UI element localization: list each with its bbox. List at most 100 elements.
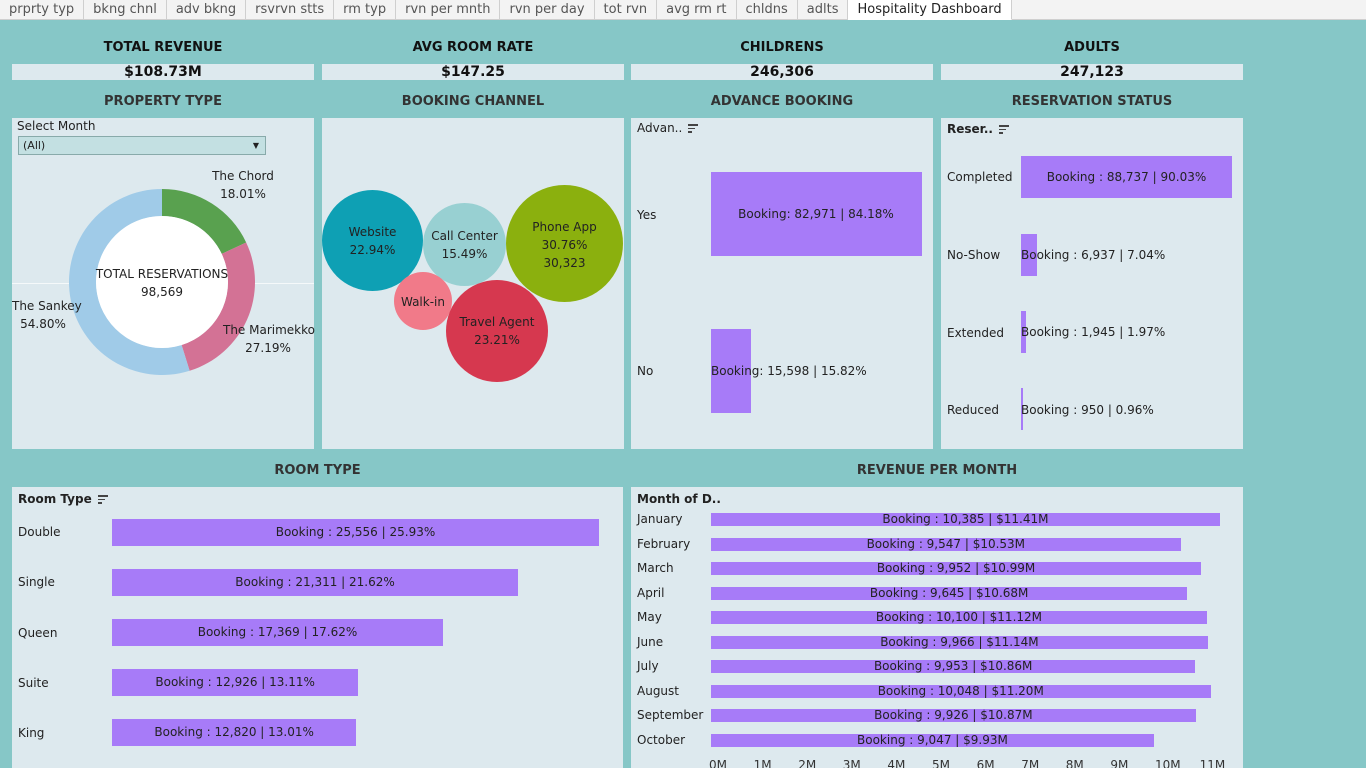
room-king-bar[interactable]: Booking : 12,820 | 13.01% [112, 719, 357, 746]
room-type-header[interactable]: Room Type [18, 492, 108, 506]
month-revenue-value: Booking : 9,953 | $10.86M [873, 659, 1033, 673]
slice-label-chord: The Chord [212, 169, 274, 183]
slice-label-sankey: The Sankey [12, 299, 82, 313]
status-extended-label: Extended [947, 326, 1004, 340]
status-no-show-value: Booking : 6,937 | 7.04% [1021, 248, 1166, 262]
month-revenue-bar[interactable]: Booking : 9,926 | $10.87M [711, 708, 1196, 722]
kpi-children-value: 246,306 [631, 64, 933, 80]
advance-yes-value: Booking: 82,971 | 84.18% [738, 207, 894, 221]
month-label: August [637, 683, 679, 698]
month-revenue-bar[interactable]: Booking : 9,047 | $9.93M [711, 732, 1154, 747]
room-double-label: Double [18, 525, 61, 539]
month-revenue-bar[interactable]: Booking : 10,100 | $11.12M [711, 610, 1207, 624]
month-header[interactable]: Month of D.. [637, 492, 721, 506]
status-no-show-label: No-Show [947, 248, 1001, 262]
revenue-month-title: REVENUE PER MONTH [856, 463, 1018, 478]
room-suite-label: Suite [18, 676, 49, 690]
property-type-title: PROPERTY TYPE [104, 94, 222, 109]
reservation-status-header-text: Reser.. [947, 122, 993, 136]
room-single-label: Single [18, 575, 55, 589]
status-completed-value: Booking : 88,737 | 90.03% [1046, 170, 1207, 184]
x-axis-tick: 0M [709, 758, 727, 768]
advance-yes-label: Yes [637, 208, 657, 222]
month-revenue-value: Booking : 9,966 | $11.14M [880, 634, 1039, 649]
room-suite-value: Booking : 12,926 | 13.11% [155, 675, 315, 689]
kpi-adults-label: ADULTS [1064, 40, 1120, 55]
room-queen-bar[interactable]: Booking : 17,369 | 17.62% [112, 619, 443, 646]
x-axis-tick: 11M [1199, 758, 1226, 768]
x-axis-tick: 9M [1110, 758, 1129, 768]
month-revenue-bar[interactable]: Booking : 9,953 | $10.86M [711, 659, 1196, 673]
room-suite-bar[interactable]: Booking : 12,926 | 13.11% [112, 669, 359, 696]
month-revenue-value: Booking : 10,385 | $11.41M [882, 512, 1049, 526]
tab-rsvrvn-stts[interactable]: rsvrvn stts [246, 0, 335, 20]
room-king-label: King [18, 726, 45, 740]
month-revenue-value: Booking : 10,048 | $11.20M [877, 683, 1044, 698]
revenue-month-panel: Month of D.. January Booking : 10,385 | $… [631, 487, 1243, 768]
x-axis-tick: 3M [842, 758, 861, 768]
status-reduced-label: Reduced [947, 403, 1000, 417]
x-axis-tick: 4M [887, 758, 906, 768]
room-single-bar[interactable]: Booking : 21,311 | 21.62% [112, 569, 519, 596]
status-completed-label: Completed [947, 170, 1013, 184]
bubble-website-pct: 22.94% [349, 243, 396, 257]
room-double-bar[interactable]: Booking : 25,556 | 25.93% [112, 519, 599, 546]
bubble-travel-agent-label: Travel Agent [459, 315, 535, 329]
month-revenue-value: Booking : 9,047 | $9.93M [857, 732, 1008, 747]
month-label: June [637, 634, 664, 649]
room-single-value: Booking : 21,311 | 21.62% [235, 575, 395, 589]
bubble-travel-agent-pct: 23.21% [474, 333, 520, 347]
reservation-status-header[interactable]: Reser.. [947, 122, 1009, 136]
sort-icon[interactable] [998, 125, 1009, 134]
tab-tot-rvn[interactable]: tot rvn [595, 0, 658, 20]
status-extended-value: Booking : 1,945 | 1.97% [1021, 325, 1166, 339]
slice-label-marimekko: The Marimekko [223, 323, 315, 337]
donut-center-value: 98,569 [141, 285, 183, 299]
month-label: July [637, 659, 659, 673]
room-double-value: Booking : 25,556 | 25.93% [275, 525, 436, 539]
month-revenue-bar[interactable]: Booking : 9,966 | $11.14M [711, 634, 1208, 649]
status-reduced-value: Booking : 950 | 0.96% [1021, 403, 1154, 417]
x-axis-tick: 6M [976, 758, 995, 768]
tab-hospitality-dashboard[interactable]: Hospitality Dashboard [848, 0, 1012, 20]
tab-rvn-per-mnth[interactable]: rvn per mnth [396, 0, 501, 20]
advance-no-label: No [637, 364, 654, 378]
reservation-status-panel: Reser.. Completed No-Show Extended Reduc… [941, 118, 1243, 449]
month-revenue-bar[interactable]: Booking : 9,547 | $10.53M [711, 536, 1181, 551]
month-revenue-bar[interactable]: Booking : 10,385 | $11.41M [711, 512, 1220, 526]
x-axis-tick: 7M [1021, 758, 1040, 768]
room-type-panel: Room Type Double Single Queen Suite King… [12, 487, 623, 768]
tab-avg-rm-rt[interactable]: avg rm rt [657, 0, 737, 20]
advance-booking-header[interactable]: Advan.. [637, 121, 699, 135]
property-donut-chart [69, 189, 255, 375]
kpi-adults-value: 247,123 [941, 64, 1243, 80]
room-king-value: Booking : 12,820 | 13.01% [154, 725, 314, 739]
kpi-children-label: CHILDRENS [740, 40, 824, 55]
month-revenue-bar[interactable]: Booking : 9,952 | $10.99M [711, 561, 1202, 575]
x-axis-tick: 1M [753, 758, 772, 768]
slice-pct-marimekko: 27.19% [245, 341, 291, 355]
month-revenue-bar[interactable]: Booking : 9,645 | $10.68M [711, 586, 1188, 600]
donut-hole [96, 216, 228, 348]
bubble-call-center-label: Call Center [431, 229, 498, 243]
reservation-status-title: RESERVATION STATUS [1011, 94, 1173, 109]
x-axis-tick: 10M [1155, 758, 1181, 768]
sort-icon[interactable] [97, 495, 108, 504]
tab-adlts[interactable]: adlts [798, 0, 849, 20]
tab-rm-typ[interactable]: rm typ [334, 0, 397, 20]
tab-chldns[interactable]: chldns [737, 0, 798, 20]
tab-rvn-per-day[interactable]: rvn per day [500, 0, 595, 20]
advance-booking-title: ADVANCE BOOKING [710, 94, 854, 109]
sort-icon[interactable] [688, 124, 699, 133]
room-type-title: ROOM TYPE [274, 463, 361, 478]
tab-prprty-typ[interactable]: prprty typ [0, 0, 85, 20]
donut-center-title: TOTAL RESERVATIONS [95, 267, 229, 281]
advance-booking-panel: Advan.. Yes No Booking: 82,971 | 84.18% … [631, 118, 933, 449]
month-label: April [637, 585, 665, 600]
x-axis-tick: 8M [1065, 758, 1084, 768]
month-revenue-bar[interactable]: Booking : 10,048 | $11.20M [711, 683, 1211, 698]
tab-adv-bkng[interactable]: adv bkng [167, 0, 247, 20]
month-revenue-value: Booking : 9,547 | $10.53M [866, 536, 1026, 551]
tab-bkng-chnl[interactable]: bkng chnl [84, 0, 167, 20]
month-label: March [637, 561, 674, 575]
